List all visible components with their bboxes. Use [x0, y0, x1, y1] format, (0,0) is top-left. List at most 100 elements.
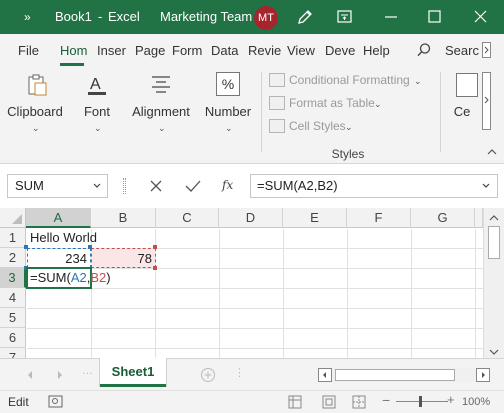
chevron-down-icon[interactable] — [481, 179, 491, 193]
scroll-left-button[interactable] — [318, 368, 332, 382]
chevron-down-icon: ⌄ — [345, 122, 353, 132]
ribbon-separator — [261, 72, 262, 152]
chevron-down-icon[interactable] — [92, 179, 102, 193]
tab-formulas[interactable]: Form — [172, 43, 204, 59]
ribbon: Clipboard ⌄ A Font ⌄ Alignment ⌄ % Numbe… — [0, 66, 504, 164]
ref-handle[interactable] — [24, 245, 28, 249]
ribbon-tab-bar: File Hom Inser Page Form Data Revie View… — [0, 34, 504, 66]
name-box[interactable]: SUM — [7, 174, 108, 198]
row-header-6[interactable]: 6 — [0, 328, 26, 348]
select-all-corner[interactable] — [0, 208, 26, 228]
close-button[interactable] — [458, 0, 504, 34]
styles-group-label: Styles — [331, 147, 365, 161]
zoom-slider[interactable] — [396, 401, 448, 402]
pen-icon[interactable] — [296, 8, 314, 26]
insert-function-icon[interactable]: fx — [222, 176, 233, 194]
zoom-out-button[interactable]: − — [382, 392, 390, 408]
column-header-c[interactable]: C — [156, 208, 219, 228]
chevron-down-icon: ⌄ — [225, 123, 233, 133]
status-bar: Edit − + 100% — [0, 390, 504, 413]
cell-styles-button[interactable]: Cell Styles — [289, 118, 346, 134]
tab-data[interactable]: Data — [211, 43, 241, 59]
column-header-g[interactable]: G — [411, 208, 475, 228]
status-mode: Edit — [8, 395, 29, 409]
cell-b2[interactable]: 78 — [91, 248, 156, 268]
formula-ref-b2: B2 — [90, 270, 107, 285]
row-header-5[interactable]: 5 — [0, 308, 26, 328]
ribbon-display-options-button[interactable] — [322, 0, 368, 34]
tab-review[interactable]: Revie — [248, 43, 282, 59]
horizontal-scroll-thumb[interactable] — [335, 369, 455, 381]
formula-input[interactable]: =SUM(A2,B2) — [250, 174, 498, 198]
workbook-name: Book1 — [55, 9, 92, 24]
ref-handle[interactable] — [88, 245, 92, 249]
tab-home[interactable]: Hom — [60, 43, 88, 59]
tab-search[interactable]: Searc — [445, 43, 479, 59]
cells-icon[interactable] — [456, 73, 478, 97]
next-sheet-icon[interactable] — [56, 370, 64, 380]
number-group[interactable]: % Number ⌄ — [200, 66, 256, 152]
formula-text: =SUM(A2,B2) — [257, 178, 338, 193]
scroll-right-button[interactable] — [476, 368, 490, 382]
more-options-icon[interactable]: ⋮ — [234, 366, 245, 379]
vertical-scroll-thumb[interactable] — [488, 226, 500, 259]
add-sheet-icon[interactable] — [200, 367, 216, 383]
zoom-slider-thumb[interactable] — [419, 396, 422, 407]
minimize-button[interactable] — [368, 0, 414, 34]
zoom-in-button[interactable]: + — [447, 392, 455, 407]
column-header-a[interactable]: A — [26, 208, 91, 228]
tab-insert[interactable]: Inser — [97, 43, 128, 59]
page-break-preview-icon[interactable] — [352, 395, 366, 409]
font-group[interactable]: A Font ⌄ — [70, 66, 124, 152]
zoom-level[interactable]: 100% — [462, 395, 490, 409]
conditional-formatting-button[interactable]: Conditional Formatting — [289, 72, 410, 88]
team-name: Marketing Team — [160, 9, 253, 24]
clipboard-group[interactable]: Clipboard ⌄ — [2, 66, 68, 152]
tab-help[interactable]: Help — [363, 43, 395, 59]
cell-a2[interactable]: 234 — [27, 248, 91, 268]
maximize-button[interactable] — [412, 0, 458, 34]
chevrons-right-icon[interactable]: » — [24, 9, 31, 25]
active-cell-a3[interactable]: =SUM(A2,B2) — [26, 267, 111, 289]
row-header-4[interactable]: 4 — [0, 288, 26, 308]
column-header-d[interactable]: D — [219, 208, 283, 228]
tab-scroll-right-button[interactable] — [482, 42, 491, 58]
page-layout-view-icon[interactable] — [322, 395, 336, 409]
normal-view-icon[interactable] — [288, 395, 302, 409]
ref-handle[interactable] — [153, 266, 157, 270]
avatar[interactable]: MT — [254, 6, 278, 30]
column-header-e[interactable]: E — [283, 208, 347, 228]
formula-ref-a2: A2 — [70, 270, 87, 285]
tab-developer[interactable]: Deve — [325, 43, 358, 59]
ribbon-scroll-right-button[interactable] — [482, 72, 491, 130]
tab-view[interactable]: View — [287, 43, 319, 59]
vertical-scrollbar[interactable] — [483, 208, 504, 358]
column-header-b[interactable]: B — [91, 208, 156, 228]
accessibility-icon[interactable] — [48, 395, 64, 409]
more-sheets-icon[interactable]: … — [82, 365, 93, 377]
row-header-7[interactable]: 7 — [0, 348, 26, 358]
cells-label: Ce — [453, 104, 471, 119]
cell-a1[interactable]: Hello World — [27, 228, 97, 248]
formula-part: =SUM( — [30, 270, 71, 285]
cancel-icon[interactable] — [148, 178, 164, 194]
collapse-ribbon-icon[interactable] — [486, 148, 498, 156]
sheet-tab-sheet1[interactable]: Sheet1 — [100, 358, 166, 387]
chevron-down-icon: ⌄ — [32, 123, 40, 133]
alignment-group[interactable]: Alignment ⌄ — [128, 66, 194, 152]
horizontal-scrollbar[interactable] — [318, 368, 490, 382]
name-box-splitter[interactable] — [123, 178, 126, 194]
ref-handle[interactable] — [153, 245, 157, 249]
tab-page-layout[interactable]: Page — [135, 43, 166, 59]
row-header-2[interactable]: 2 — [0, 248, 26, 268]
enter-icon[interactable] — [184, 178, 202, 194]
column-header-f[interactable]: F — [347, 208, 411, 228]
row-header-3[interactable]: 3 — [0, 268, 26, 288]
prev-sheet-icon[interactable] — [26, 370, 34, 380]
worksheet-grid: A B C D E F G 1 2 3 4 5 6 7 Hello World … — [0, 208, 504, 358]
tab-file[interactable]: File — [18, 43, 42, 59]
format-as-table-button[interactable]: Format as Table — [289, 95, 375, 111]
search-icon[interactable] — [416, 42, 432, 58]
clipboard-icon — [26, 73, 48, 97]
row-header-1[interactable]: 1 — [0, 228, 26, 248]
